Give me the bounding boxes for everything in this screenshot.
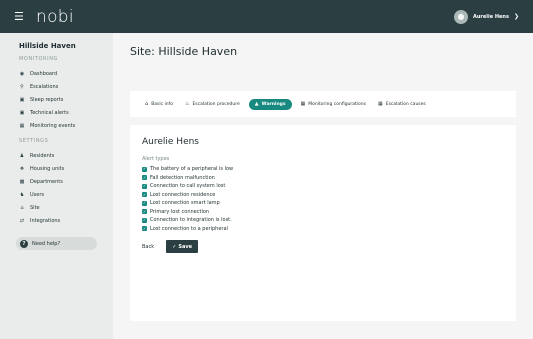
- top-bar: ☰ nobi ● Aurelie Hens ❯: [0, 0, 533, 33]
- sidebar-item-housing-units[interactable]: ❖ Housing units: [19, 162, 113, 175]
- swap-icon: ⇄: [19, 217, 25, 224]
- home-icon: ⌂: [145, 101, 149, 107]
- sidebar-item-integrations[interactable]: ⇄ Integrations: [19, 214, 113, 227]
- alert-type-option[interactable]: ✓ The battery of a peripheral is low: [142, 165, 504, 174]
- alert-type-option[interactable]: ✓ Connection to integration is lost.: [142, 216, 504, 225]
- warning-icon: ▲: [254, 101, 259, 107]
- sidebar-item-label: Residents: [30, 152, 55, 159]
- sidebar-item-label: Integrations: [30, 217, 61, 224]
- sidebar-item-monitoring-events[interactable]: ▦ Monitoring events: [19, 119, 113, 132]
- sidebar-item-label: Sleep reports: [30, 96, 64, 103]
- alert-box-icon: ▣: [19, 109, 25, 116]
- chevron-down-icon: ❯: [513, 13, 519, 20]
- checkbox-checked-icon[interactable]: ✓: [142, 175, 147, 181]
- form-actions: Back ✓ Save: [142, 240, 504, 253]
- alert-type-label: Fall detection malfunction: [150, 174, 215, 181]
- tab-warnings[interactable]: ▲ Warnings: [248, 98, 292, 110]
- alert-types-label: Alert types: [142, 156, 170, 162]
- bed-icon: ▣: [19, 96, 25, 103]
- sidebar-item-label: Users: [30, 191, 45, 198]
- checkbox-checked-icon[interactable]: ✓: [142, 217, 147, 223]
- checkbox-checked-icon[interactable]: ✓: [142, 183, 147, 189]
- main-area: Site: Hillside Haven ⌂ Basic info ♨ Esca…: [113, 33, 533, 339]
- sidebar-item-users[interactable]: ♞ Users: [19, 188, 113, 201]
- sidebar-item-site[interactable]: ⌂ Site: [19, 201, 113, 214]
- alert-type-option[interactable]: ✓ Connection to call system lost: [142, 182, 504, 191]
- sidebar-item-sleep-reports[interactable]: ▣ Sleep reports: [19, 93, 113, 106]
- sidebar-item-departments[interactable]: ▩ Departments: [19, 175, 113, 188]
- building-icon: ▩: [19, 178, 25, 185]
- user-name: Aurelie Hens: [473, 13, 509, 20]
- tab-label: Basic info: [151, 101, 173, 107]
- alert-type-label: Lost connection residence: [150, 191, 216, 198]
- sidebar-item-label: Departments: [30, 178, 63, 185]
- sidebar-item-label: Monitoring events: [30, 122, 76, 129]
- sidebar-item-label: Housing units: [30, 165, 65, 172]
- users-icon: ♞: [19, 191, 25, 198]
- housing-icon: ❖: [19, 165, 25, 172]
- alert-type-label: Connection to call system lost: [150, 183, 226, 190]
- checkbox-checked-icon[interactable]: ✓: [142, 200, 147, 206]
- tab-escalation-causes[interactable]: ▦ Escalation causes: [375, 101, 429, 107]
- alert-type-label: The battery of a peripheral is low: [150, 166, 234, 173]
- config-icon: ▦: [300, 101, 306, 107]
- monitoring-section-label: MONITORING: [19, 56, 59, 62]
- tab-label: Escalation causes: [385, 101, 426, 107]
- alert-type-option[interactable]: ✓ Lost connection residence: [142, 191, 504, 200]
- warnings-card: Aurelie Hens Alert types ✓ The battery o…: [130, 125, 516, 321]
- avatar-icon: ●: [454, 9, 468, 24]
- checkbox-checked-icon[interactable]: ✓: [142, 226, 147, 232]
- events-icon: ▦: [19, 122, 25, 129]
- user-menu[interactable]: ● Aurelie Hens ❯: [454, 9, 519, 24]
- alert-type-label: Lost connection to a peripheral: [150, 225, 228, 232]
- check-icon: ✓: [172, 243, 177, 250]
- bell-icon: ♨: [184, 101, 190, 107]
- back-button[interactable]: Back: [142, 244, 154, 250]
- settings-section-label: SETTINGS: [19, 138, 49, 144]
- tab-monitoring-configurations[interactable]: ▦ Monitoring configurations: [298, 101, 369, 107]
- alert-type-label: Primary lost connection: [150, 208, 210, 215]
- hamburger-icon[interactable]: ☰: [14, 10, 28, 23]
- people-icon: ♟: [19, 152, 25, 159]
- need-help-button[interactable]: ? Need help?: [16, 237, 97, 250]
- sidebar-item-dashboard[interactable]: ◉ Dashboard: [19, 67, 113, 80]
- checkbox-checked-icon[interactable]: ✓: [142, 209, 147, 215]
- causes-icon: ▦: [378, 101, 383, 107]
- tab-label: Monitoring configurations: [308, 101, 366, 107]
- sidebar-item-technical-alerts[interactable]: ▣ Technical alerts: [19, 106, 113, 119]
- tab-label: Escalation procedure: [192, 101, 240, 107]
- sidebar-item-escalations[interactable]: ⚲ Escalations: [19, 80, 113, 93]
- question-icon: ?: [20, 239, 28, 248]
- save-button[interactable]: ✓ Save: [166, 240, 199, 253]
- sidebar-item-label: Technical alerts: [30, 109, 69, 116]
- checkbox-checked-icon[interactable]: ✓: [142, 192, 147, 198]
- alert-type-label: Connection to integration is lost.: [150, 217, 232, 224]
- sidebar-site-name: Hillside Haven: [19, 42, 76, 50]
- app-logo[interactable]: nobi: [36, 7, 74, 27]
- page-title: Site: Hillside Haven: [130, 45, 238, 58]
- alert-type-label: Lost connection smart lamp: [150, 200, 220, 207]
- tab-basic-info[interactable]: ⌂ Basic info: [142, 101, 176, 107]
- sidebar-item-label: Escalations: [30, 83, 59, 90]
- alert-type-option[interactable]: ✓ Primary lost connection: [142, 208, 504, 217]
- dashboard-icon: ◉: [19, 70, 25, 77]
- alert-type-option[interactable]: ✓ Lost connection to a peripheral: [142, 225, 504, 234]
- home-icon: ⌂: [20, 204, 24, 211]
- tab-escalation-procedure[interactable]: ♨ Escalation procedure: [182, 101, 243, 107]
- checkbox-checked-icon[interactable]: ✓: [142, 166, 147, 172]
- alert-type-option[interactable]: ✓ Fall detection malfunction: [142, 174, 504, 183]
- pin-icon: ⚲: [20, 83, 24, 90]
- save-label: Save: [178, 243, 193, 250]
- sidebar-item-label: Site: [30, 204, 40, 211]
- sidebar-item-residents[interactable]: ♟ Residents: [19, 149, 113, 162]
- tab-label: Warnings: [261, 101, 286, 107]
- tab-bar: ⌂ Basic info ♨ Escalation procedure ▲ Wa…: [130, 91, 516, 117]
- need-help-label: Need help?: [32, 240, 61, 247]
- sidebar-item-label: Dashboard: [30, 70, 58, 77]
- user-name-heading: Aurelie Hens: [142, 137, 199, 147]
- alert-type-option[interactable]: ✓ Lost connection smart lamp: [142, 199, 504, 208]
- sidebar: Hillside Haven MONITORING ◉ Dashboard ⚲ …: [0, 33, 113, 339]
